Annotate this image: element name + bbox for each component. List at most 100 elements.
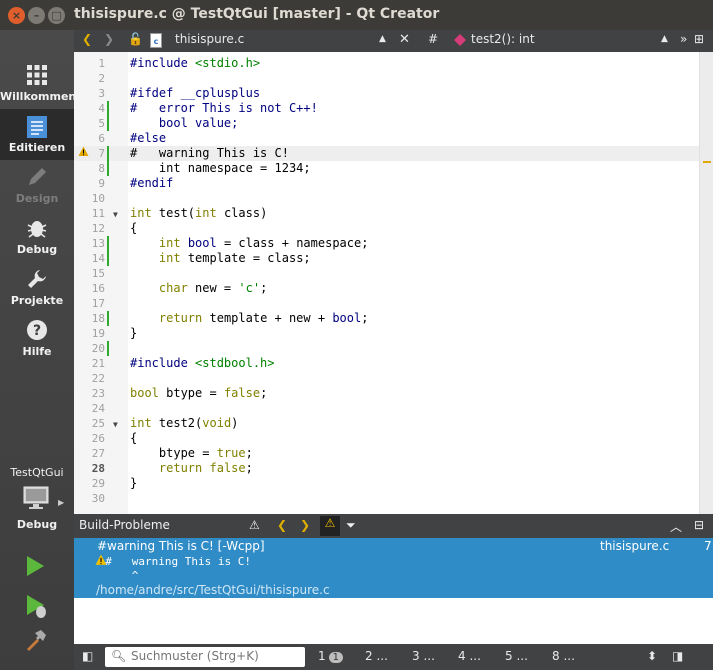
code-line[interactable]: 20 [74, 341, 699, 356]
mode-debug[interactable]: Debug [0, 211, 74, 262]
issue-list-empty-area [74, 598, 713, 644]
fold-arrow-icon[interactable]: ▼ [113, 207, 118, 222]
code-line[interactable]: 4 # error This is not C++! [74, 101, 699, 116]
open-file-name[interactable]: thisispure.c [175, 32, 244, 46]
debug-run-button[interactable] [24, 593, 48, 622]
issue-file: thisispure.c [600, 539, 670, 553]
code-line[interactable]: 12{ [74, 221, 699, 236]
code-line[interactable]: 11 ▼ int test(int class) [74, 206, 699, 221]
function-symbol-icon [454, 34, 466, 49]
code-line[interactable]: 10 [74, 191, 699, 206]
issue-title: #warning This is C! [-Wcpp] [97, 539, 265, 553]
close-pane-icon[interactable]: ⊟ [694, 518, 704, 532]
code-line[interactable]: 25 ▼ int test2(void) [74, 416, 699, 431]
issue-caret: ^ [92, 569, 139, 582]
build-hammer-button[interactable] [24, 628, 48, 655]
toggle-right-sidebar-icon[interactable]: ◨ [672, 649, 683, 663]
toggle-sidebar-icon[interactable]: ◧ [82, 649, 93, 663]
maximize-window-button[interactable]: □ [48, 7, 65, 24]
code-editor[interactable]: 1 #include <stdio.h> 2 3 #ifdef __cplusplu… [74, 52, 713, 514]
code-line[interactable]: 6 #else [74, 131, 699, 146]
code-line[interactable]: 27 btype = true; [74, 446, 699, 461]
mode-projects-label: Projekte [10, 294, 64, 307]
code-line[interactable]: 29} [74, 476, 699, 491]
run-button[interactable] [24, 554, 46, 581]
next-issue-icon[interactable]: ❯ [300, 518, 310, 532]
mode-debug-label: Debug [16, 243, 58, 256]
code-line-current[interactable]: 7 # warning This is C! [74, 146, 699, 161]
output-tab-4[interactable]: 4 ... [458, 649, 481, 663]
tabs-menu-arrow-icon[interactable]: ⬍ [647, 649, 657, 663]
code-line[interactable]: 9 #endif [74, 176, 699, 191]
code-line[interactable]: 23 bool btype = false; [74, 386, 699, 401]
kit-selector-arrow-icon[interactable]: ▶ [58, 498, 64, 507]
code-line[interactable]: 21 #include <stdbool.h> [74, 356, 699, 371]
show-warnings-toggle-icon[interactable]: ⚠ [320, 516, 340, 536]
close-document-icon[interactable]: ✕ [399, 32, 410, 47]
code-line[interactable]: 24 [74, 401, 699, 416]
issue-line: 7 [704, 539, 712, 553]
output-tab-2[interactable]: 2 ... [365, 649, 388, 663]
forward-arrow-icon[interactable]: ❯ [104, 32, 114, 46]
code-line[interactable]: 18 return template + new + bool; [74, 311, 699, 326]
symbol-dropdown-arrow-icon[interactable]: ▲ [661, 34, 668, 44]
output-pane-title: Build-Probleme [79, 518, 170, 532]
mode-design[interactable]: Design [0, 160, 74, 211]
issue-path[interactable]: /home/andre/src/TestQtGui/thisispure.c [96, 583, 330, 597]
preprocessor-hash-label[interactable]: # [428, 32, 438, 46]
output-tab-3[interactable]: 3 ... [412, 649, 435, 663]
code-line[interactable]: 13 int bool = class + namespace; [74, 236, 699, 251]
previous-issue-icon[interactable]: ❮ [277, 518, 287, 532]
monitor-icon[interactable] [23, 486, 49, 513]
mode-design-label: Design [15, 192, 59, 205]
c-file-icon: c [150, 33, 162, 51]
mode-welcome-label: Willkommen [0, 90, 77, 103]
svg-text:?: ? [33, 323, 41, 339]
mode-edit[interactable]: Editieren [0, 109, 74, 160]
mode-help[interactable]: ? Hilfe [0, 313, 74, 364]
output-tab-8[interactable]: 8 ... [552, 649, 575, 663]
output-tab-1[interactable]: 11 [318, 649, 344, 663]
file-dropdown-arrow-icon[interactable]: ▲ [379, 34, 386, 44]
code-line[interactable]: 2 [74, 71, 699, 86]
symbol-selector[interactable]: test2(): int [471, 32, 535, 46]
fold-arrow-icon[interactable]: ▼ [113, 417, 118, 432]
mode-sidebar: Willkommen Editieren Design Debug Projek… [0, 30, 77, 670]
code-line[interactable]: 19} [74, 326, 699, 341]
locator-search-input[interactable] [131, 649, 301, 663]
code-line[interactable]: 15 [74, 266, 699, 281]
filter-icon[interactable]: ⏷ [346, 518, 356, 533]
close-window-button[interactable]: × [8, 7, 25, 24]
code-line[interactable]: 28 return false; [74, 461, 699, 476]
code-line[interactable]: 3 #ifdef __cplusplus [74, 86, 699, 101]
output-pane-header: Build-Probleme ⚠ ❮ ❯ ⚠ ⏷ ︿ ⊟ [74, 514, 713, 538]
warning-scroll-marker [703, 161, 711, 163]
minimize-window-button[interactable]: – [28, 7, 45, 24]
split-editor-icon[interactable]: ⊞ [694, 32, 704, 46]
status-bar: ◧ 🔍︎ 11 2 ... 3 ... 4 ... 5 ... 8 ... ⬍ … [74, 644, 713, 670]
locator-search-box[interactable]: 🔍︎ [105, 647, 305, 667]
window-title: thisispure.c @ TestQtGui [master] - Qt C… [74, 6, 440, 22]
back-arrow-icon[interactable]: ❮ [82, 32, 92, 46]
code-line[interactable]: 14 int template = class; [74, 251, 699, 266]
issue-row-selected[interactable]: #warning This is C! [-Wcpp] thisispure.c… [74, 538, 713, 598]
filter-warnings-icon[interactable]: ⚠ [249, 518, 260, 532]
editor-vertical-scrollbar[interactable] [699, 52, 713, 514]
issue-code-snippet: # warning This is C! [92, 555, 251, 568]
mode-projects[interactable]: Projekte [0, 262, 74, 313]
title-bar: × – □ thisispure.c @ TestQtGui [master] … [0, 0, 713, 30]
help-icon: ? [0, 319, 74, 345]
code-line[interactable]: 30 [74, 491, 699, 506]
code-line[interactable]: 26{ [74, 431, 699, 446]
code-line[interactable]: 16 char new = 'c'; [74, 281, 699, 296]
code-line[interactable]: 1 #include <stdio.h> [74, 56, 699, 71]
code-line[interactable]: 17 [74, 296, 699, 311]
mode-edit-label: Editieren [8, 141, 66, 154]
code-line[interactable]: 5 bool value; [74, 116, 699, 131]
code-line[interactable]: 22 [74, 371, 699, 386]
overflow-menu-icon[interactable]: » [680, 32, 687, 46]
output-tab-5[interactable]: 5 ... [505, 649, 528, 663]
maximize-pane-icon[interactable]: ︿ [670, 518, 682, 535]
mode-welcome[interactable]: Willkommen [0, 58, 77, 109]
code-line[interactable]: 8 int namespace = 1234; [74, 161, 699, 176]
